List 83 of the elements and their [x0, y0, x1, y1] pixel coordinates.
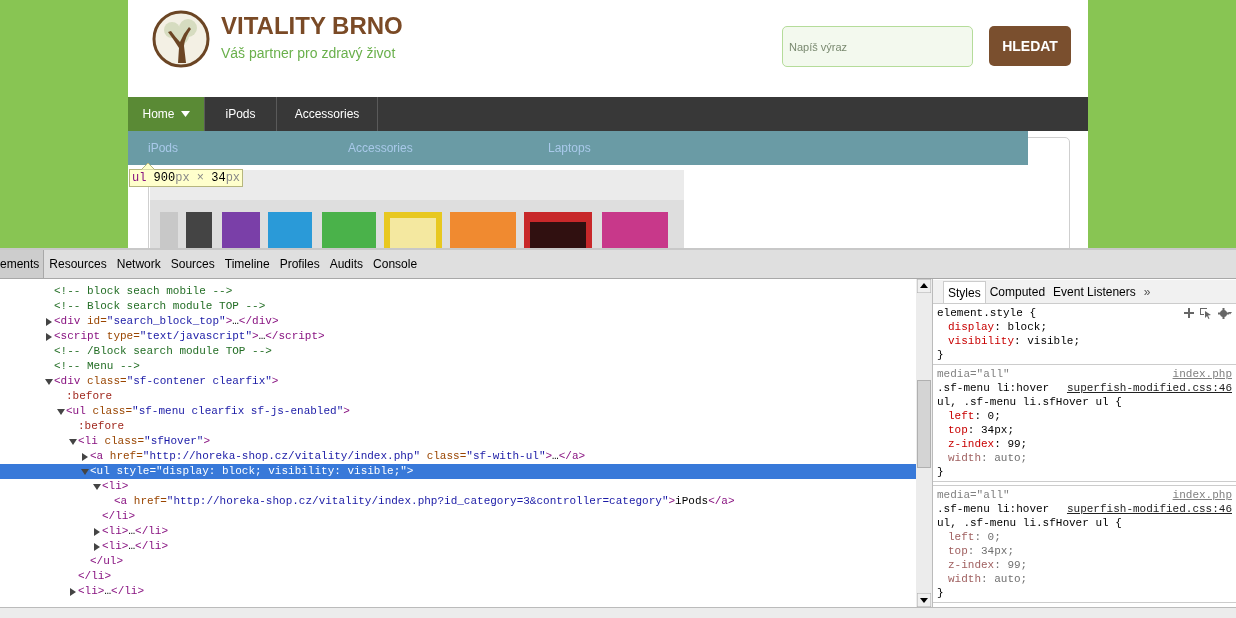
css-property[interactable]: left: 0; [948, 410, 1001, 422]
expand-arrow-icon[interactable] [93, 527, 101, 536]
css-property[interactable]: width: auto; [948, 573, 1028, 585]
devtools-tab[interactable]: Resources [44, 250, 112, 278]
css-property[interactable]: visibility: visible; [948, 335, 1081, 347]
code-comment[interactable]: <!-- Menu --> [54, 358, 140, 375]
media-query: media="all" [937, 488, 1010, 502]
search-button[interactable]: HLEDAT [989, 26, 1071, 66]
expand-arrow-icon[interactable] [45, 317, 53, 326]
markup-line[interactable]: <li>…</li> [78, 583, 145, 600]
sidebar-tab[interactable]: Event Listeners [1049, 281, 1140, 303]
css-property[interactable]: z-index: 99; [948, 438, 1028, 450]
devtools-tab[interactable]: Sources [165, 250, 220, 278]
closing-brace: } [937, 465, 945, 479]
settings-icon[interactable] [1218, 307, 1232, 319]
css-selector: element.style { [937, 306, 1037, 320]
markup-line[interactable]: <li>…</li> [102, 523, 169, 540]
css-property[interactable]: top: 34px; [948, 545, 1015, 557]
css-selector: .sf-menu li:hover [937, 381, 1050, 395]
markup-line[interactable]: <div class="sf-contener clearfix"> [54, 373, 279, 390]
devtools-tab[interactable]: Profiles [274, 250, 325, 278]
site-title: VITALITY BRNO [221, 12, 403, 40]
code-comment[interactable]: <!-- Block search module TOP --> [54, 298, 266, 315]
source-link[interactable]: index.php [1172, 488, 1232, 502]
nav-item[interactable]: Home [128, 97, 205, 131]
css-selector: .sf-menu li:hover [937, 502, 1050, 516]
sidebar-tab[interactable]: Styles [943, 281, 986, 303]
pseudo-element[interactable]: :before [66, 388, 113, 405]
scroll-up-icon[interactable] [917, 279, 931, 293]
pseudo-element[interactable]: :before [78, 418, 125, 435]
expand-arrow-icon[interactable] [69, 587, 77, 596]
markup-line[interactable]: </li> [102, 508, 135, 525]
code-comment[interactable]: <!-- block seach mobile --> [54, 283, 233, 300]
site-tagline: Váš partner pro zdravý život [221, 44, 397, 63]
scroll-thumb[interactable] [917, 380, 931, 468]
tooltip-pointer-icon [141, 162, 155, 170]
markup-line[interactable]: </li> [78, 568, 111, 585]
closing-brace: } [937, 586, 945, 600]
stylesheet-link[interactable]: superfish-modified.css:46 [1066, 381, 1232, 395]
caret-icon [180, 111, 190, 117]
expand-arrow-icon[interactable] [45, 332, 53, 341]
expand-arrow-icon[interactable] [93, 542, 101, 551]
add-rule-icon[interactable] [1184, 308, 1194, 318]
markup-line[interactable]: <a href="http://horeka-shop.cz/vitality/index.php" class="sf-with-ul">…</a> [90, 448, 586, 465]
css-property[interactable]: top: 34px; [948, 424, 1015, 436]
css-property[interactable]: width: auto; [948, 452, 1028, 464]
scrollbar[interactable] [916, 279, 932, 607]
collapse-arrow-icon[interactable] [57, 407, 65, 416]
selected-row[interactable]: <ul style="display: block; visibility: visible;"> [0, 464, 916, 479]
css-property[interactable]: z-index: 99; [948, 559, 1028, 571]
markup-line[interactable]: <script type="text/javascript">…</script> [54, 328, 325, 345]
markup-line[interactable]: <div id="search_block_top">…</div> [54, 313, 279, 330]
devtools-tab[interactable]: ements [0, 250, 45, 278]
css-property[interactable]: display: block; [948, 321, 1048, 333]
markup-line[interactable]: <li> [102, 478, 129, 495]
closing-brace: } [937, 348, 945, 362]
css-selector: ul, .sf-menu li.sfHover ul { [937, 516, 1122, 530]
search-field[interactable]: Napíš výraz [782, 26, 973, 67]
media-query: media="all" [937, 367, 1010, 381]
devtools-tab[interactable]: Audits [324, 250, 369, 278]
markup-line[interactable]: <li class="sfHover"> [78, 433, 211, 450]
scroll-down-icon[interactable] [917, 593, 931, 607]
markup-line[interactable]: <ul class="sf-menu clearfix sf-js-enabled"> [66, 403, 350, 420]
collapse-arrow-icon[interactable] [69, 437, 77, 446]
css-selector: ul, .sf-menu li.sfHover ul { [937, 395, 1122, 409]
markup-line[interactable]: <a href="http://horeka-shop.cz/vitality/index.php?id_category=3&controller=category">iPods</a> [114, 493, 735, 510]
code-comment[interactable]: <!-- /Block search module TOP --> [54, 343, 272, 360]
stylesheet-link[interactable]: superfish-modified.css:46 [1066, 502, 1232, 516]
collapse-arrow-icon[interactable] [45, 377, 53, 386]
css-property[interactable]: left: 0; [948, 531, 1001, 543]
devtools-tab[interactable]: Console [368, 250, 423, 278]
expand-arrow-icon[interactable] [81, 452, 89, 461]
source-link[interactable]: index.php [1172, 367, 1232, 381]
tree-logo-icon [152, 10, 210, 68]
element-state-icon[interactable] [1200, 307, 1212, 319]
more-tabs-button[interactable]: » [1139, 281, 1155, 303]
devtools-tab[interactable]: Timeline [219, 250, 275, 278]
collapse-arrow-icon[interactable] [93, 482, 101, 491]
markup-line[interactable]: <ul style="display: block; visibility: visible;"> [90, 463, 414, 480]
markup-line[interactable]: </ul> [90, 553, 123, 570]
sidebar-tab[interactable]: Computed [985, 281, 1050, 303]
markup-line[interactable]: <li>…</li> [102, 538, 169, 555]
devtools-tab[interactable]: Network [111, 250, 166, 278]
